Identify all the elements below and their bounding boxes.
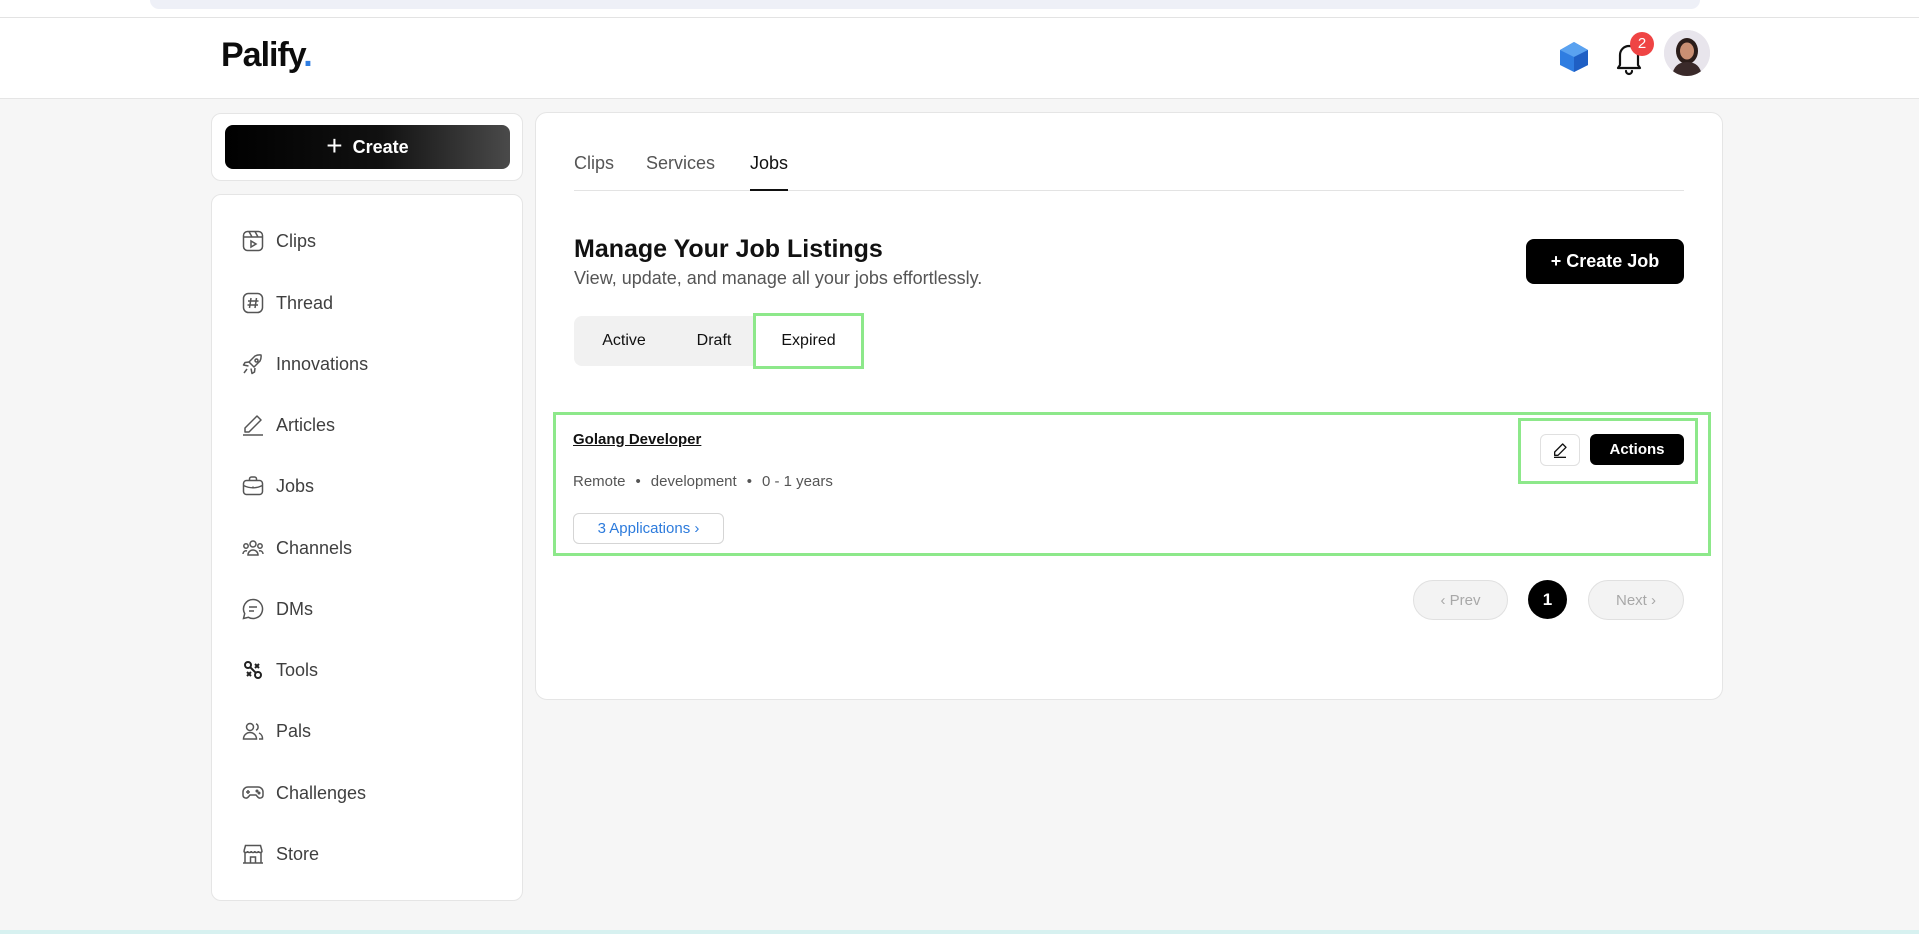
store-icon <box>243 844 263 864</box>
pencil-icon <box>1554 443 1567 458</box>
sidebar-item-challenges[interactable]: Challenges <box>241 779 366 807</box>
job-experience: 0 - 1 years <box>761 473 833 490</box>
clips-icon <box>242 230 264 252</box>
sidebar-item-store[interactable]: Store <box>241 840 319 868</box>
chevron-right-icon: › <box>694 520 700 537</box>
top-header: Palify. 2 <box>0 18 1919 99</box>
sidebar-item-pals[interactable]: Pals <box>241 717 311 745</box>
applications-label: 3 Applications <box>597 520 691 537</box>
chevron-right-icon: › <box>1651 591 1656 609</box>
sidebar-item-label: Tools <box>276 659 319 680</box>
create-button[interactable]: + Create <box>225 125 510 169</box>
logo-text: Palify <box>221 36 304 74</box>
sidebar-item-articles[interactable]: Articles <box>241 411 335 439</box>
sidebar-item-tools[interactable]: Tools <box>241 656 318 684</box>
tab-clips[interactable]: Clips <box>574 153 614 191</box>
create-label: Create <box>352 136 409 157</box>
briefcase-icon <box>242 476 264 496</box>
sidebar-item-label: Thread <box>276 292 334 313</box>
users-icon <box>242 540 264 556</box>
sidebar-item-label: Store <box>276 843 320 864</box>
tools-icon <box>244 661 262 679</box>
chat-icon <box>242 598 264 620</box>
pals-icon <box>242 722 264 740</box>
filter-draft[interactable]: Draft <box>674 316 754 366</box>
tab-services[interactable]: Services <box>646 153 715 191</box>
sidebar-item-dms[interactable]: DMs <box>241 595 313 623</box>
sidebar-item-label: Challenges <box>276 782 367 803</box>
notification-badge: 2 <box>1630 32 1654 56</box>
create-card: + Create <box>211 113 523 181</box>
page-title: Manage Your Job Listings <box>574 235 883 263</box>
tab-jobs[interactable]: Jobs <box>750 153 789 191</box>
logo-dot: . <box>303 36 313 74</box>
sidebar-item-label: Articles <box>276 414 336 435</box>
create-job-button[interactable]: + Create Job <box>1526 239 1684 284</box>
sidebar-item-label: Innovations <box>276 353 369 374</box>
top-bar <box>150 0 1700 9</box>
meta-separator: • <box>746 473 752 490</box>
actions-button[interactable]: Actions <box>1590 434 1684 465</box>
sidebar-item-label: Channels <box>276 537 353 558</box>
meta-separator: • <box>635 473 641 490</box>
job-category: development <box>650 473 737 490</box>
bottom-edge <box>0 930 1919 934</box>
job-meta: Remote • development • 0 - 1 years <box>573 473 833 490</box>
filter-expired[interactable]: Expired <box>753 313 864 369</box>
content-tabs: Clips Services Jobs <box>574 153 1684 191</box>
job-card: Golang Developer Remote • development • … <box>553 412 1711 556</box>
avatar-image <box>1664 30 1710 76</box>
next-page-button[interactable]: Next › <box>1588 580 1684 620</box>
cube-icon[interactable] <box>1557 40 1591 74</box>
main-panel: Clips Services Jobs Manage Your Job List… <box>535 112 1723 700</box>
sidebar-item-clips[interactable]: Clips <box>241 227 316 255</box>
avatar[interactable] <box>1664 30 1710 76</box>
rocket-icon <box>242 354 262 375</box>
hash-icon <box>242 292 264 314</box>
sidebar-item-channels[interactable]: Channels <box>241 534 352 562</box>
sidebar-item-innovations[interactable]: Innovations <box>241 350 368 378</box>
sidebar-item-label: Clips <box>276 230 317 251</box>
job-actions: Actions <box>1518 418 1698 484</box>
edit-button[interactable] <box>1540 434 1580 466</box>
pen-icon <box>243 415 263 436</box>
sidebar-item-jobs[interactable]: Jobs <box>241 472 314 500</box>
gamepad-icon <box>242 786 264 799</box>
sidebar-item-label: Pals <box>276 720 312 741</box>
plus-icon: + <box>326 129 343 161</box>
sidebar-item-thread[interactable]: Thread <box>241 289 333 317</box>
applications-button[interactable]: 3 Applications › <box>573 513 724 544</box>
sidebar: Clips Thread Innovations Articles Jobs C… <box>211 194 523 901</box>
filter-active[interactable]: Active <box>574 316 674 366</box>
logo[interactable]: Palify. <box>221 36 313 75</box>
browser-top-strip <box>0 0 1919 18</box>
next-label: Next <box>1615 591 1647 609</box>
prev-label: Prev <box>1449 591 1481 609</box>
sidebar-item-label: Jobs <box>276 475 315 496</box>
job-title-link[interactable]: Golang Developer <box>573 431 701 448</box>
page-number-button[interactable]: 1 <box>1528 580 1567 619</box>
status-filter: Active Draft Expired <box>574 313 864 369</box>
chevron-left-icon: ‹ <box>1440 591 1446 609</box>
page-subtitle: View, update, and manage all your jobs e… <box>574 268 983 288</box>
prev-page-button[interactable]: ‹ Prev <box>1413 580 1508 620</box>
job-location: Remote <box>573 473 626 490</box>
sidebar-item-label: DMs <box>276 598 313 619</box>
